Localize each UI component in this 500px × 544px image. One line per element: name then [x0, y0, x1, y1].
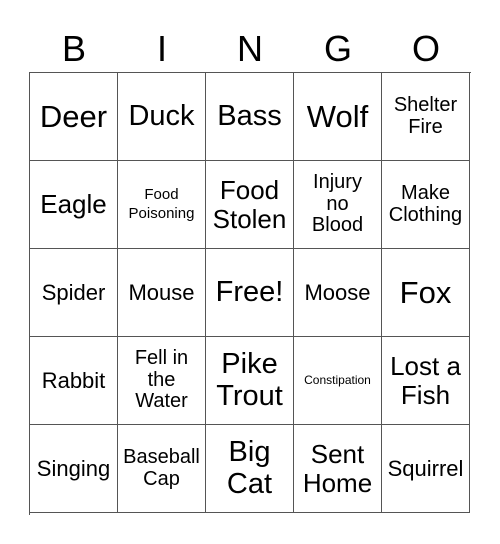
cell-label: Deer — [39, 98, 108, 134]
cell-label: Baseball Cap — [123, 445, 200, 490]
cell-label: Wolf — [306, 98, 369, 134]
bingo-cell[interactable]: Squirrel — [382, 425, 470, 513]
bingo-cell[interactable]: Food Stolen — [206, 161, 294, 249]
cell-label: Make Clothing — [388, 181, 463, 226]
cell-label: Rabbit — [41, 367, 106, 393]
bingo-cell[interactable]: Bass — [206, 73, 294, 161]
cell-label: Squirrel — [387, 455, 464, 481]
cell-label: Mouse — [128, 279, 195, 305]
bingo-cell[interactable]: Fox — [382, 249, 470, 337]
bingo-cell[interactable]: Baseball Cap — [118, 425, 206, 513]
bingo-cell[interactable]: Rabbit — [30, 337, 118, 425]
bingo-cell[interactable]: Make Clothing — [382, 161, 470, 249]
bingo-cell[interactable]: Moose — [294, 249, 382, 337]
bingo-cell[interactable]: Big Cat — [206, 425, 294, 513]
free-space-cell[interactable]: Free! — [206, 249, 294, 337]
bingo-cell[interactable]: Injury no Blood — [294, 161, 382, 249]
cell-label: Food Poisoning — [128, 185, 195, 222]
cell-label: Spider — [41, 279, 106, 305]
bingo-header: B I N G O — [30, 26, 470, 72]
header-letter-o: O — [411, 28, 440, 69]
bingo-cell[interactable]: Eagle — [30, 161, 118, 249]
cell-label: Injury no Blood — [311, 171, 364, 237]
header-letter-n: N — [237, 28, 263, 69]
bingo-cell[interactable]: Deer — [30, 73, 118, 161]
header-letter-b: B — [61, 28, 86, 69]
bingo-cell[interactable]: Constipation — [294, 337, 382, 425]
bingo-cell[interactable]: Spider — [30, 249, 118, 337]
cell-label: Food Stolen — [212, 175, 287, 234]
cell-label: Eagle — [40, 189, 107, 220]
cell-label: Lost a Fish — [390, 351, 461, 410]
free-space-label: Free! — [215, 275, 284, 308]
cell-label: Bass — [217, 99, 282, 132]
bingo-cell[interactable]: Duck — [118, 73, 206, 161]
cell-label: Sent Home — [302, 439, 373, 498]
cell-label: Pike Trout — [216, 348, 283, 412]
bingo-cell[interactable]: Wolf — [294, 73, 382, 161]
bingo-cell[interactable]: Sent Home — [294, 425, 382, 513]
cell-label: Duck — [128, 99, 195, 132]
bingo-grid: Deer Duck Bass Wolf Shelter Fire Eagle F… — [29, 72, 471, 515]
header-letter-g: G — [323, 28, 352, 69]
cell-label: Big Cat — [226, 436, 273, 500]
bingo-cell[interactable]: Mouse — [118, 249, 206, 337]
bingo-cell[interactable]: Food Poisoning — [118, 161, 206, 249]
bingo-cell[interactable]: Fell in the Water — [118, 337, 206, 425]
cell-label: Constipation — [304, 373, 371, 388]
cell-label: Fell in the Water — [134, 347, 189, 413]
cell-label: Shelter Fire — [393, 93, 458, 138]
bingo-cell[interactable]: Pike Trout — [206, 337, 294, 425]
cell-label: Singing — [36, 455, 111, 481]
bingo-cell[interactable]: Singing — [30, 425, 118, 513]
bingo-cell[interactable]: Shelter Fire — [382, 73, 470, 161]
cell-label: Fox — [399, 274, 452, 310]
cell-label: Moose — [304, 279, 371, 305]
bingo-cell[interactable]: Lost a Fish — [382, 337, 470, 425]
header-letter-i: I — [156, 28, 167, 69]
